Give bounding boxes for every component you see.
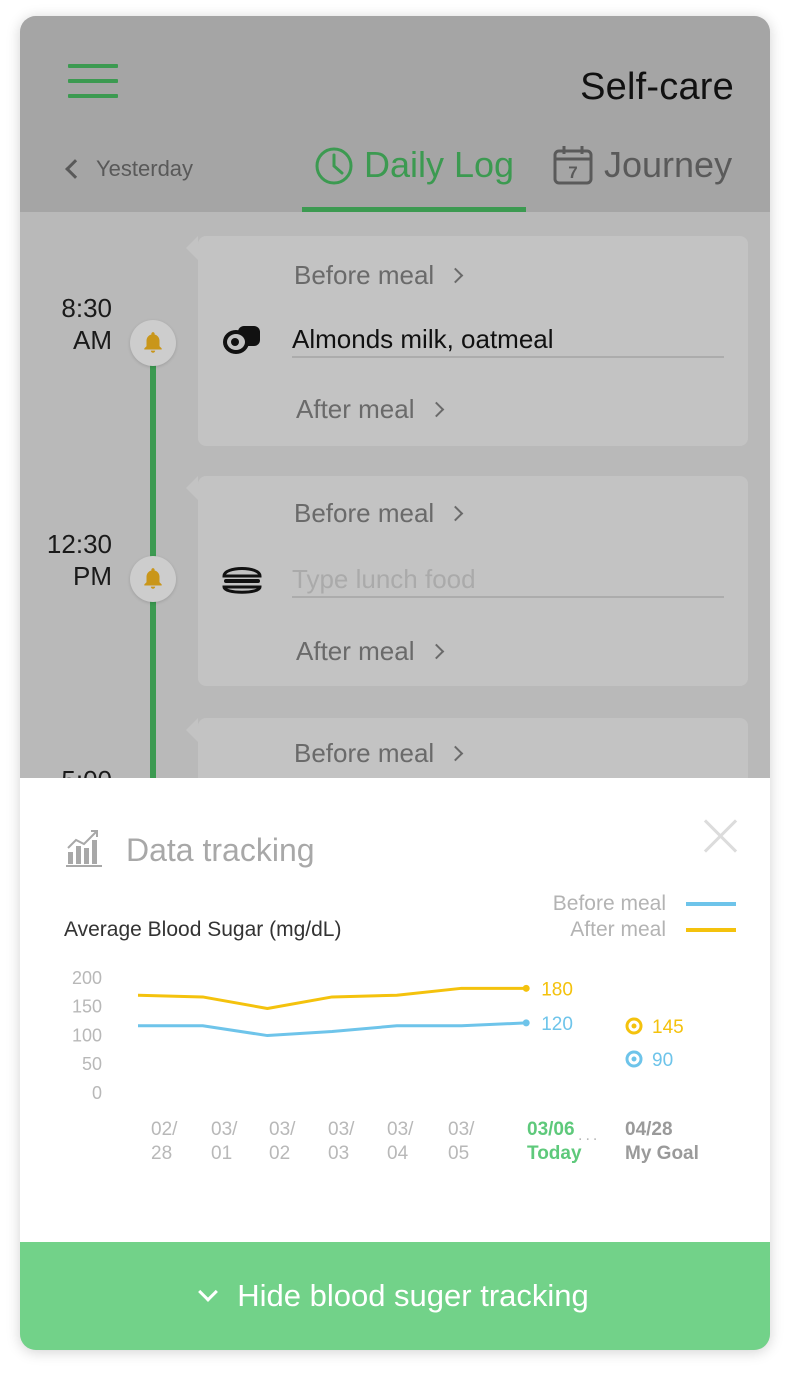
x-tick-label: 02 [269, 1143, 290, 1164]
x-tick-label: 04 [387, 1143, 409, 1164]
legend-before-meal: Before meal [553, 892, 736, 916]
y-tick-label: 100 [72, 1025, 102, 1045]
burger-icon [222, 567, 262, 594]
meal-card-breakfast: Before meal After meal [186, 236, 748, 446]
clock-icon [315, 147, 353, 185]
legend-before-label: Before meal [552, 892, 666, 915]
app-screen: Self-care Yesterday Daily Log 7 Journey [20, 16, 770, 1350]
chevron-right-icon [447, 745, 464, 762]
goal-after-meal-value: 145 [652, 1017, 684, 1038]
x-tick-label: 03 [328, 1143, 349, 1164]
tab-daily-log-label: Daily Log [364, 144, 515, 185]
meal-card-dinner: Before meal [186, 718, 748, 778]
meal-time-value: 12:30 [46, 529, 112, 559]
x-tick-label: 03/ [328, 1119, 355, 1140]
goal-before-meal-icon-dot [631, 1056, 637, 1062]
reminder-bell-icon[interactable] [130, 320, 176, 366]
chart-title: Average Blood Sugar (mg/dL) [64, 918, 342, 941]
meal-time-value: 8:30 [61, 293, 112, 323]
meal-time-value: 5:00 [20, 764, 112, 778]
y-tick-label: 150 [72, 997, 102, 1017]
hide-tracking-button[interactable]: Hide blood suger tracking [20, 1242, 770, 1350]
before-meal-label: Before meal [294, 738, 435, 768]
hide-tracking-label: Hide blood suger tracking [237, 1278, 589, 1313]
x-tick-label: 03/ [387, 1119, 414, 1140]
food-input-lunch[interactable] [292, 562, 724, 598]
series-line-before-meal [138, 1021, 527, 1038]
goal-date-label: 04/28 [625, 1119, 673, 1140]
before-meal-label: Before meal [294, 498, 435, 528]
data-tracking-panel: Data tracking Before meal After meal Ave… [20, 778, 770, 1242]
calendar-day-number: 7 [568, 163, 577, 182]
x-axis-ellipsis: ... [578, 1127, 600, 1144]
x-tick-label: 03/ [211, 1119, 238, 1140]
x-tick-label: 02/ [151, 1119, 178, 1140]
legend-after-meal: After meal [570, 918, 736, 942]
bell-icon [144, 332, 162, 353]
calendar-icon: 7 [553, 146, 593, 185]
header: Self-care Yesterday Daily Log 7 Journey [20, 16, 770, 212]
meal-time: 8:30 AM [20, 292, 112, 356]
legend-before-swatch [686, 902, 736, 906]
chevron-left-icon [65, 159, 85, 179]
bell-icon [144, 568, 162, 589]
chevron-down-icon [198, 1282, 219, 1302]
before-meal-link[interactable]: Before meal [294, 498, 464, 529]
y-tick-label: 0 [92, 1083, 102, 1103]
goal-after-meal-icon-dot [631, 1023, 637, 1029]
before-meal-link[interactable]: Before meal [294, 260, 464, 291]
series-line-after-meal [137, 986, 527, 1010]
y-tick-label: 50 [82, 1054, 102, 1074]
meal-time: 5:00 [20, 764, 112, 778]
legend-after-swatch [686, 928, 736, 932]
daily-log-content: 8:30 AM Before meal After meal [20, 212, 770, 778]
yesterday-label: Yesterday [96, 156, 194, 181]
legend-after-label: After meal [570, 918, 666, 941]
x-tick-label: Today [527, 1143, 582, 1164]
x-tick-label: 03/ [269, 1119, 296, 1140]
bar-chart-icon [66, 830, 102, 867]
meal-time: 12:30 PM [20, 528, 112, 592]
breakfast-icon [223, 326, 260, 354]
meal-time-period: PM [73, 561, 112, 591]
x-tick-label: 05 [448, 1143, 469, 1164]
after-meal-label: After meal [296, 636, 415, 666]
reminder-bell-icon[interactable] [130, 556, 176, 602]
before-meal-label: Before meal [294, 260, 435, 290]
x-tick-label: 01 [211, 1143, 232, 1164]
x-tick-label: 28 [151, 1143, 172, 1164]
yesterday-link[interactable]: Yesterday [65, 156, 194, 182]
series-end-point [522, 1019, 530, 1027]
chevron-right-icon [447, 267, 464, 284]
data-label: 120 [541, 1014, 573, 1035]
before-meal-link[interactable]: Before meal [294, 738, 464, 769]
close-icon[interactable] [702, 818, 738, 854]
after-meal-link[interactable]: After meal [296, 394, 444, 425]
hamburger-menu-icon[interactable] [68, 64, 120, 100]
data-tracking-title: Data tracking [126, 832, 315, 868]
chevron-right-icon [447, 505, 464, 522]
after-meal-label: After meal [296, 394, 415, 424]
tab-daily-log[interactable]: Daily Log [302, 144, 526, 212]
data-label: 180 [541, 979, 573, 1000]
y-tick-label: 200 [72, 968, 102, 988]
after-meal-link[interactable]: After meal [296, 636, 444, 667]
x-tick-label: 03/ [448, 1119, 475, 1140]
chevron-right-icon [428, 643, 444, 660]
goal-before-meal-value: 90 [652, 1050, 673, 1071]
blood-sugar-chart: 250 200 150 100 50 0 02/28 03/01 03/02 03/03 03/04… [72, 958, 699, 1164]
page-title: Self-care [580, 66, 734, 108]
goal-label: My Goal [625, 1143, 699, 1164]
y-tick-label: 250 [72, 958, 102, 959]
meal-time-period: AM [73, 325, 112, 355]
tab-journey-label: Journey [604, 144, 733, 185]
meal-card-lunch: Before meal After meal [186, 476, 748, 686]
food-input-breakfast[interactable] [292, 322, 724, 358]
chevron-right-icon [428, 401, 444, 418]
x-tick-label: 03/06 [527, 1119, 575, 1140]
series-end-point [522, 984, 530, 992]
tab-journey[interactable]: 7 Journey [552, 144, 732, 212]
